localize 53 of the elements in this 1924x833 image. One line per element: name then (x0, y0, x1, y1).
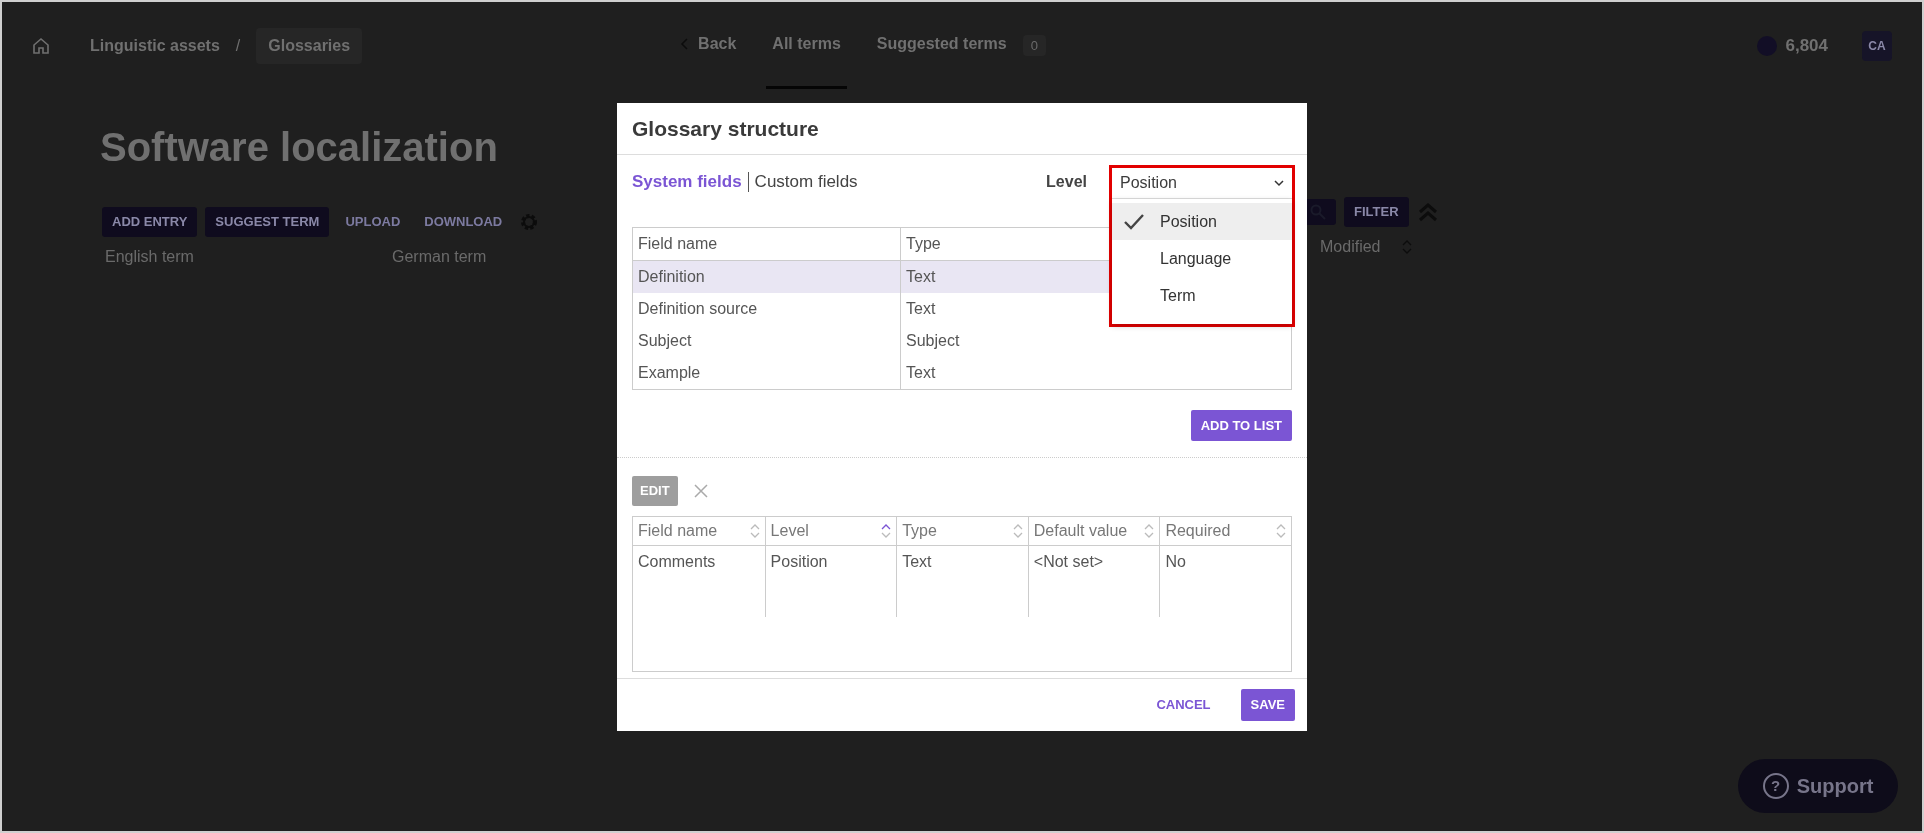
tab[interactable]: Custom fields (754, 169, 858, 195)
breadcrumb-separator: / (235, 35, 241, 56)
dialog-title: Glossary structure (617, 102, 1307, 155)
tab[interactable]: System fields (632, 169, 742, 195)
table-cell[interactable]: Subject (632, 324, 901, 357)
column-header[interactable]: Level (764, 516, 897, 546)
column-header: Field name (632, 227, 901, 260)
column-header[interactable]: Default value (1027, 516, 1160, 546)
table-cell: Text (906, 299, 936, 317)
column-header[interactable]: Field name (633, 516, 765, 546)
table-cell: Text (906, 363, 936, 381)
count-badge: 0 (1022, 34, 1046, 57)
close-icon (693, 483, 708, 498)
save-button[interactable]: SAVE (1240, 689, 1295, 721)
nav-tab[interactable]: Suggested terms (870, 2, 1013, 89)
toolbar-button[interactable]: ADD ENTRY (102, 207, 198, 237)
toolbar-button[interactable]: SUGGEST TERM (205, 207, 330, 237)
table-cell[interactable]: Example (632, 356, 901, 389)
check-icon (1124, 213, 1144, 230)
column-header: German term (392, 246, 488, 267)
column-header: English term (105, 246, 195, 267)
add-to-list-button[interactable]: ADD TO LIST (1190, 409, 1292, 441)
table-cell: Position (764, 545, 897, 617)
table-cell-text: Comments (637, 551, 717, 572)
help-icon: ? (1762, 773, 1789, 799)
dropdown-option[interactable]: Term (1112, 277, 1292, 314)
dropdown-option[interactable]: Language (1112, 240, 1292, 277)
support-button[interactable]: ? Support (1738, 759, 1898, 813)
balance-amount: 6,804 (1785, 34, 1828, 57)
table-cell[interactable]: Definition (632, 260, 901, 293)
page-title: Software localization (100, 124, 498, 171)
table-cell: Text (896, 545, 1028, 617)
table-cell: No (1159, 545, 1291, 617)
table-cell: <Not set> (1027, 545, 1160, 617)
toolbar-button[interactable]: DOWNLOAD (416, 207, 511, 237)
column-header[interactable]: Type (896, 516, 1028, 546)
back-link[interactable]: Back (674, 2, 743, 89)
dropdown-option[interactable]: Position (1112, 203, 1292, 240)
table-cell[interactable]: Definition source (632, 292, 901, 325)
chevron-down-icon (1274, 179, 1284, 187)
level-label: Level (1046, 171, 1087, 192)
home-icon (32, 36, 50, 55)
table-cell: Subject (906, 331, 960, 349)
cancel-button[interactable]: CANCEL (1150, 694, 1217, 716)
breadcrumb-link[interactable]: Linguistic assets (90, 33, 220, 58)
nav-tab[interactable]: All terms (766, 2, 847, 89)
table-cell: Text (906, 267, 936, 285)
toolbar-button[interactable]: UPLOAD (337, 207, 409, 237)
column-header[interactable]: Required (1159, 516, 1291, 546)
user-avatar[interactable]: CA (1862, 30, 1892, 61)
filter-button[interactable]: FILTER (1344, 197, 1409, 227)
breadcrumb-link[interactable]: Glossaries (256, 27, 363, 64)
column-header: Modified (1320, 236, 1381, 257)
